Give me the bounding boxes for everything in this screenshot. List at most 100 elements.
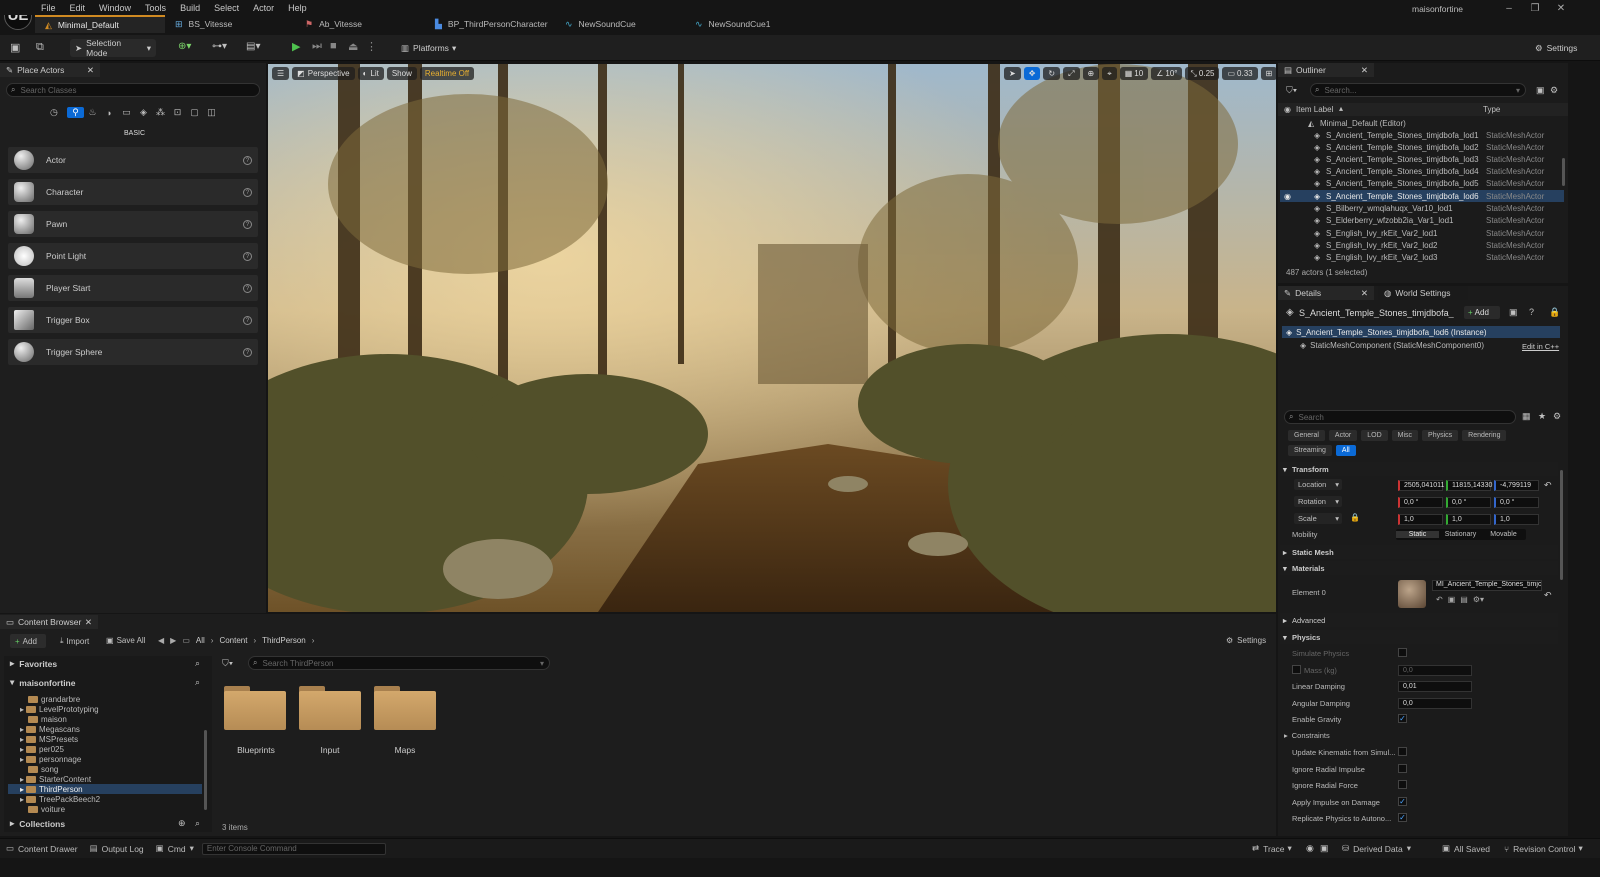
transform-section[interactable]: ▾ Transform	[1280, 462, 1558, 476]
tree-folder[interactable]: ▸ Megascans	[20, 725, 80, 734]
geometry-icon[interactable]: ⁂	[152, 107, 169, 118]
location-x-input[interactable]: 2505,041011	[1398, 480, 1444, 491]
tree-folder[interactable]: voiture	[28, 805, 65, 814]
add-folder-icon[interactable]: ▣	[1536, 85, 1545, 96]
actor-item-pawn[interactable]: Pawn?	[8, 211, 258, 237]
mobility-stationary[interactable]: Stationary	[1439, 531, 1482, 538]
actor-item-player-start[interactable]: Player Start?	[8, 275, 258, 301]
actor-item-trigger-box[interactable]: Trigger Box?	[8, 307, 258, 333]
col-item-label[interactable]: Item Label	[1296, 105, 1333, 114]
cinematics-icon[interactable]: ▤▾	[246, 41, 260, 52]
scale-icon[interactable]: ⤢	[1063, 67, 1080, 80]
cb-add-button[interactable]: + Add	[10, 634, 46, 648]
category-all[interactable]: All	[1335, 445, 1356, 456]
tree-folder[interactable]: ▸ TreePackBeech2	[20, 795, 100, 804]
outliner-row[interactable]: ◈ S_Elderberry_wfzobb2ia_Var1_lod1 StaticM…	[1280, 214, 1564, 226]
rotation-snap-button[interactable]: ∠ 10°	[1151, 67, 1183, 80]
scale-dropdown[interactable]: Scale ▾	[1294, 513, 1342, 524]
actor-name-field[interactable]: S_Ancient_Temple_Stones_timjdbofa_	[1299, 308, 1455, 318]
rotation-z-input[interactable]: 0,0 °	[1494, 497, 1539, 508]
cinematic-icon[interactable]: ▭	[118, 107, 135, 118]
snapshot-icon[interactable]: ▣	[1320, 843, 1329, 854]
bookmarks-icon[interactable]: ◫	[203, 107, 220, 118]
settings-button[interactable]: ⚙ Settings	[1530, 39, 1582, 57]
help-icon[interactable]: ?	[243, 187, 252, 197]
derived-data-button[interactable]: ⛁ Derived Data ▾	[1342, 843, 1411, 854]
scale-x-input[interactable]: 1,0	[1398, 514, 1443, 525]
eject-icon[interactable]: ⏏	[348, 40, 358, 53]
help-icon[interactable]: ?	[243, 219, 252, 229]
category-misc[interactable]: Misc	[1391, 430, 1419, 441]
search-icon[interactable]: ⌕	[195, 818, 200, 829]
outliner-row[interactable]: ◈ S_English_Ivy_rkEit_Var2_lod3 StaticMesh…	[1280, 251, 1564, 263]
surface-snap-icon[interactable]: ⌖	[1102, 67, 1117, 80]
col-type[interactable]: Type	[1483, 105, 1500, 114]
translate-icon[interactable]: ✥	[1023, 67, 1041, 80]
replicate-checkbox[interactable]: ✓	[1398, 813, 1407, 822]
advanced-section[interactable]: ▸ Advanced	[1280, 613, 1558, 627]
tree-folder[interactable]: ▸ per025	[20, 745, 64, 754]
menu-tools[interactable]: Tools	[145, 3, 166, 13]
tab-bs-vitesse[interactable]: ⊞ BS_Vitesse	[165, 15, 295, 33]
category-physics[interactable]: Physics	[1422, 430, 1459, 441]
blueprint-menu-icon[interactable]: ⊶▾	[212, 41, 227, 52]
outliner-row[interactable]: ◈ S_English_Ivy_rkEit_Var2_lod2 StaticMesh…	[1280, 239, 1564, 251]
breadcrumb-thirdperson[interactable]: ThirdPerson	[262, 636, 306, 645]
outliner-row[interactable]: ◈ S_English_Ivy_rkEit_Var2_lod1 StaticMesh…	[1280, 227, 1564, 239]
mass-input[interactable]: 0,0	[1398, 665, 1472, 676]
recent-icon[interactable]: ◷	[50, 107, 67, 118]
record-icon[interactable]: ◉	[1306, 843, 1314, 854]
cb-import-button[interactable]: ⤓ Import	[60, 636, 89, 646]
instance-row[interactable]: ◈ S_Ancient_Temple_Stones_timjdbofa_lod6 …	[1282, 326, 1560, 338]
component-row[interactable]: ◈ StaticMeshComponent (StaticMeshComponen…	[1300, 341, 1484, 350]
close-icon[interactable]: ✕	[1361, 65, 1368, 76]
outliner-root-row[interactable]: ◭ Minimal_Default (Editor)	[1280, 117, 1564, 129]
reset-icon[interactable]: ↶	[1544, 480, 1552, 491]
details-search-input[interactable]: ⌕ Search	[1284, 410, 1516, 424]
more-options-icon[interactable]: ⋮	[366, 40, 377, 53]
level-viewport[interactable]: ☰ ◩ Perspective ◐ Lit Show Realtime Off ➤ …	[268, 64, 1276, 612]
copy-icon[interactable]: ▤	[1460, 595, 1468, 604]
close-icon[interactable]: ✕	[87, 65, 94, 76]
breadcrumb-all[interactable]: All	[196, 636, 205, 645]
visual-effects-icon[interactable]: ◈	[135, 107, 152, 118]
materials-section[interactable]: ▾ Materials	[1280, 561, 1558, 575]
eye-icon[interactable]: ◉	[1284, 192, 1291, 201]
revision-control-button[interactable]: ⑂ Revision Control ▾	[1504, 843, 1583, 854]
camera-speed-button[interactable]: ▭ 0.33	[1222, 67, 1258, 80]
close-icon[interactable]: ✕	[1361, 288, 1368, 299]
tab-minimal-default[interactable]: ◭ Minimal_Default	[35, 15, 165, 33]
help-icon[interactable]: ?	[243, 347, 252, 357]
details-scrollbar[interactable]	[1560, 470, 1563, 580]
asset-search-input[interactable]: ⌕ Search ThirdPerson ▾	[248, 656, 550, 670]
tab-newsoundcue[interactable]: ∿ NewSoundCue	[555, 15, 685, 33]
static-mesh-section[interactable]: ▸ Static Mesh	[1280, 545, 1558, 559]
tree-scrollbar[interactable]	[204, 730, 207, 810]
actor-item-trigger-sphere[interactable]: Trigger Sphere?	[8, 339, 258, 365]
search-icon[interactable]: ⌕	[195, 658, 200, 669]
outliner-row-selected[interactable]: ◉ ◈ S_Ancient_Temple_Stones_timjdbofa_lod6…	[1280, 190, 1564, 202]
tree-folder[interactable]: ▸ personnage	[20, 755, 81, 764]
all-saved-button[interactable]: ▣ All Saved	[1442, 843, 1490, 854]
actor-item-point-light[interactable]: Point Light?	[8, 243, 258, 269]
blueprint-convert-icon[interactable]: ▣	[1509, 307, 1518, 318]
content-drawer-button[interactable]: ▭ Content Drawer	[6, 843, 78, 854]
outliner-tab[interactable]: ▤ Outliner ✕	[1278, 63, 1374, 77]
outliner-row[interactable]: ◈ S_Bilberry_wmqlahuqx_Var10_lod1 StaticMe…	[1280, 202, 1564, 214]
add-actor-icon[interactable]: ⊕▾	[178, 41, 191, 52]
category-general[interactable]: General	[1288, 430, 1325, 441]
edit-in-cpp-link[interactable]: Edit in C++	[1522, 342, 1559, 351]
place-actors-tab[interactable]: ✎ Place Actors ✕	[0, 63, 100, 77]
breadcrumb-content[interactable]: Content	[219, 636, 247, 645]
content-browser-tab[interactable]: ▭ Content Browser ✕	[0, 615, 98, 629]
cb-settings-button[interactable]: ⚙ Settings	[1226, 636, 1266, 645]
help-icon[interactable]: ?	[243, 283, 252, 293]
use-selected-icon[interactable]: ↶	[1436, 595, 1443, 604]
world-space-icon[interactable]: ⊕	[1082, 67, 1100, 80]
material-thumbnail[interactable]	[1398, 580, 1426, 608]
grid-snap-button[interactable]: ▦ 10	[1119, 67, 1149, 80]
category-rendering[interactable]: Rendering	[1462, 430, 1507, 441]
filter-icon[interactable]: ⛉▾	[222, 658, 233, 669]
eye-icon[interactable]: ◉	[1284, 105, 1291, 114]
tab-ab-vitesse[interactable]: ⚑ Ab_Vitesse	[295, 15, 425, 33]
